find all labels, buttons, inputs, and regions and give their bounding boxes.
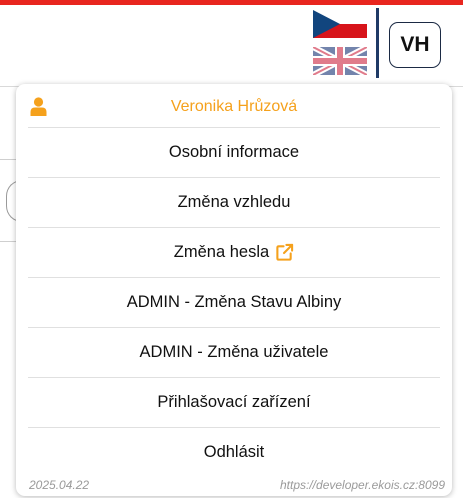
server-url: https://developer.ekois.cz:8099 bbox=[280, 478, 445, 492]
menu-item-admin-change-user[interactable]: ADMIN - Změna uživatele bbox=[28, 327, 440, 377]
uk-flag-icon[interactable] bbox=[313, 47, 367, 75]
header-vertical-divider bbox=[376, 8, 379, 78]
menu-item-change-password[interactable]: Změna hesla bbox=[28, 227, 440, 277]
menu-item-label: Změna hesla bbox=[173, 243, 270, 261]
menu-item-label: Změna vzhledu bbox=[177, 193, 291, 211]
menu-item-label: Přihlašovací zařízení bbox=[157, 393, 311, 411]
top-accent-bar bbox=[0, 0, 463, 5]
user-dropdown-menu: Veronika Hrůzová Osobní informace Změna … bbox=[16, 84, 452, 496]
app-version: 2025.04.22 bbox=[29, 478, 90, 492]
menu-user-header: Veronika Hrůzová bbox=[16, 84, 452, 127]
menu-item-personal-info[interactable]: Osobní informace bbox=[28, 127, 440, 177]
menu-item-label: Osobní informace bbox=[168, 143, 300, 161]
language-switcher bbox=[313, 10, 368, 76]
menu-item-login-devices[interactable]: Přihlašovací zařízení bbox=[28, 377, 440, 427]
user-avatar-button[interactable]: VH bbox=[389, 22, 441, 68]
menu-item-logout[interactable]: Odhlásit bbox=[28, 427, 440, 477]
menu-item-label: Odhlásit bbox=[203, 443, 265, 461]
czech-flag-icon[interactable] bbox=[313, 10, 367, 38]
external-link-icon bbox=[276, 243, 294, 261]
menu-item-change-appearance[interactable]: Změna vzhledu bbox=[28, 177, 440, 227]
menu-item-label: ADMIN - Změna Stavu Albiny bbox=[126, 293, 342, 311]
menu-item-label: ADMIN - Změna uživatele bbox=[139, 343, 329, 361]
menu-item-admin-albina-status[interactable]: ADMIN - Změna Stavu Albiny bbox=[28, 277, 440, 327]
user-name: Veronika Hrůzová bbox=[170, 98, 298, 115]
